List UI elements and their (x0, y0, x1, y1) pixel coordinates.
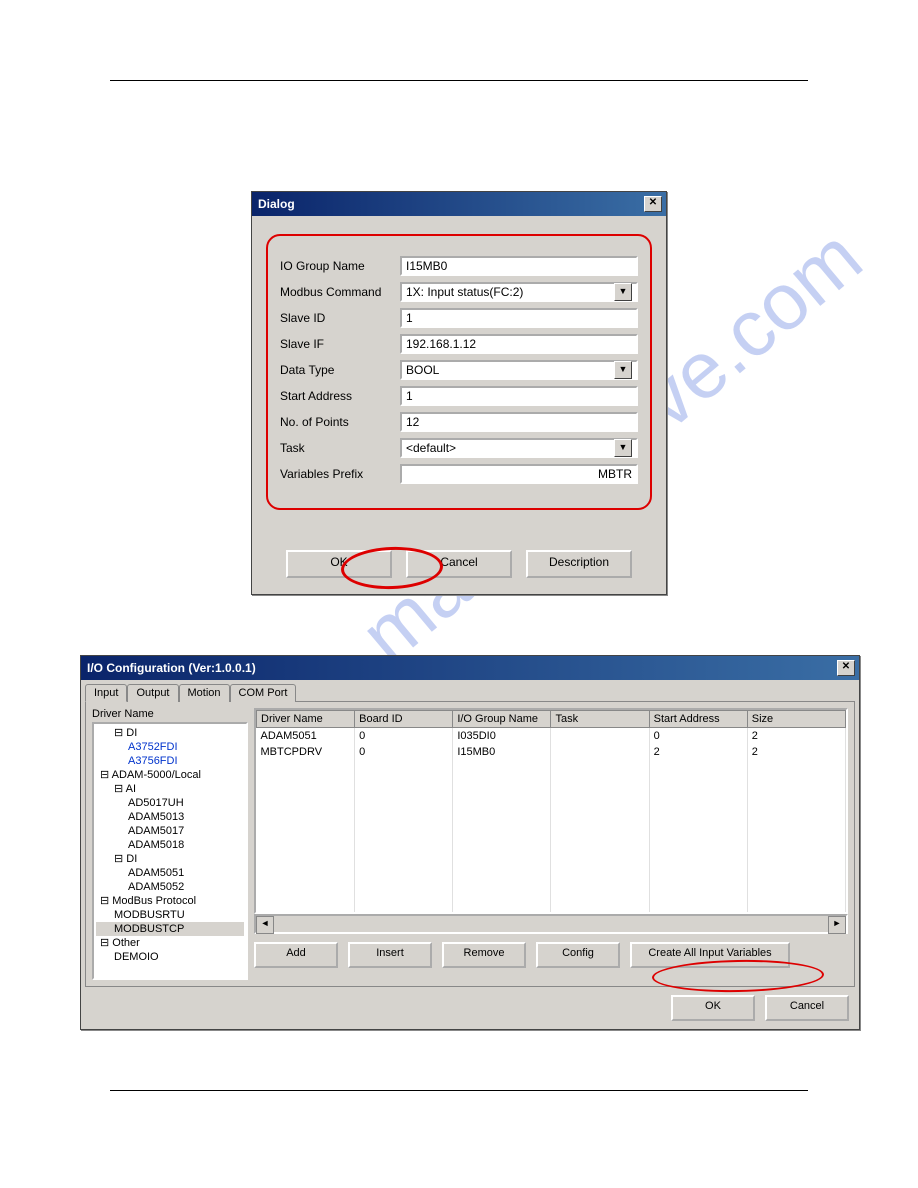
column-header[interactable]: I/O Group Name (453, 711, 551, 728)
create-all-input-variables-button[interactable]: Create All Input Variables (630, 942, 790, 968)
table-row[interactable] (257, 904, 846, 914)
column-header[interactable]: Driver Name (257, 711, 355, 728)
label-io-group-name: IO Group Name (280, 259, 400, 273)
description-button[interactable]: Description (526, 550, 632, 578)
table-row[interactable] (257, 808, 846, 824)
table-row[interactable]: ADAM50510I035DI002 (257, 728, 846, 745)
ok-button[interactable]: OK (671, 995, 755, 1021)
input-slave-id[interactable]: 1 (400, 308, 638, 328)
label-slave-id: Slave ID (280, 311, 400, 325)
chevron-down-icon[interactable]: ▼ (614, 283, 632, 301)
table-row[interactable] (257, 760, 846, 776)
dialog2-titlebar: I/O Configuration (Ver:1.0.0.1) ✕ (81, 656, 859, 680)
tabbar: Input Output Motion COM Port (85, 684, 855, 702)
column-header[interactable]: Size (747, 711, 845, 728)
chevron-down-icon[interactable]: ▼ (614, 361, 632, 379)
dialog1-title: Dialog (258, 197, 295, 211)
label-task: Task (280, 441, 400, 455)
label-variables-prefix: Variables Prefix (280, 467, 400, 481)
tree-item[interactable]: ⊟ DI (96, 726, 244, 740)
tree-item[interactable]: ⊟ ADAM-5000/Local (96, 768, 244, 782)
dialog-io-configuration: I/O Configuration (Ver:1.0.0.1) ✕ Input … (80, 655, 860, 1030)
scroll-right-icon[interactable]: ► (828, 916, 846, 934)
cancel-button[interactable]: Cancel (765, 995, 849, 1021)
chevron-down-icon[interactable]: ▼ (614, 439, 632, 457)
table-row[interactable] (257, 792, 846, 808)
tree-item[interactable]: MODBUSRTU (96, 908, 244, 922)
remove-button[interactable]: Remove (442, 942, 526, 968)
input-slave-if[interactable]: 192.168.1.12 (400, 334, 638, 354)
dialog2-title: I/O Configuration (Ver:1.0.0.1) (87, 661, 256, 675)
config-button[interactable]: Config (536, 942, 620, 968)
select-task-value: <default> (406, 441, 456, 455)
driver-tree[interactable]: ⊟ DIA3752FDIA3756FDI⊟ ADAM-5000/Local⊟ A… (92, 722, 248, 980)
column-header[interactable]: Task (551, 711, 649, 728)
tree-item[interactable]: ADAM5018 (96, 838, 244, 852)
input-no-of-points[interactable]: 12 (400, 412, 638, 432)
label-modbus-command: Modbus Command (280, 285, 400, 299)
io-grid[interactable]: Driver NameBoard IDI/O Group NameTaskSta… (254, 708, 848, 914)
tree-item[interactable]: ⊟ AI (96, 782, 244, 796)
add-button[interactable]: Add (254, 942, 338, 968)
tree-item[interactable]: ADAM5051 (96, 866, 244, 880)
table-row[interactable] (257, 888, 846, 904)
label-start-address: Start Address (280, 389, 400, 403)
table-row[interactable] (257, 840, 846, 856)
horizontal-scrollbar[interactable]: ◄ ► (254, 914, 848, 934)
label-data-type: Data Type (280, 363, 400, 377)
dialog-io-group: Dialog ✕ IO Group Name I15MB0 Modbus Com… (251, 191, 667, 595)
close-icon[interactable]: ✕ (837, 660, 855, 676)
form-highlight-ring: IO Group Name I15MB0 Modbus Command 1X: … (266, 234, 652, 510)
label-slave-if: Slave IF (280, 337, 400, 351)
insert-button[interactable]: Insert (348, 942, 432, 968)
column-header[interactable]: Board ID (355, 711, 453, 728)
tree-item[interactable]: ⊟ Other (96, 936, 244, 950)
table-row[interactable] (257, 872, 846, 888)
select-data-type[interactable]: BOOL ▼ (400, 360, 638, 380)
tree-item[interactable]: ⊟ DI (96, 852, 244, 866)
tree-item[interactable]: MODBUSTCP (96, 922, 244, 936)
driver-name-label: Driver Name (92, 708, 248, 720)
bottom-divider (110, 1090, 808, 1091)
table-row[interactable] (257, 776, 846, 792)
tab-com-port[interactable]: COM Port (230, 684, 297, 702)
input-io-group-name[interactable]: I15MB0 (400, 256, 638, 276)
table-row[interactable] (257, 824, 846, 840)
scroll-left-icon[interactable]: ◄ (256, 916, 274, 934)
tab-motion[interactable]: Motion (179, 684, 230, 702)
label-no-of-points: No. of Points (280, 415, 400, 429)
column-header[interactable]: Start Address (649, 711, 747, 728)
tree-item[interactable]: A3752FDI (96, 740, 244, 754)
input-start-address[interactable]: 1 (400, 386, 638, 406)
dialog1-titlebar: Dialog ✕ (252, 192, 666, 216)
tree-item[interactable]: DEMOIO (96, 950, 244, 964)
tree-item[interactable]: AD5017UH (96, 796, 244, 810)
tab-output[interactable]: Output (127, 684, 178, 702)
ok-button[interactable]: OK (286, 550, 392, 578)
cancel-button[interactable]: Cancel (406, 550, 512, 578)
table-row[interactable]: MBTCPDRV0I15MB022 (257, 744, 846, 760)
input-variables-prefix[interactable]: MBTR (400, 464, 638, 484)
select-modbus-command-value: 1X: Input status(FC:2) (406, 285, 523, 299)
table-row[interactable] (257, 856, 846, 872)
tree-item[interactable]: A3756FDI (96, 754, 244, 768)
tree-item[interactable]: ADAM5013 (96, 810, 244, 824)
select-modbus-command[interactable]: 1X: Input status(FC:2) ▼ (400, 282, 638, 302)
select-task[interactable]: <default> ▼ (400, 438, 638, 458)
select-data-type-value: BOOL (406, 363, 439, 377)
tree-item[interactable]: ADAM5052 (96, 880, 244, 894)
tree-item[interactable]: ⊟ ModBus Protocol (96, 894, 244, 908)
tree-item[interactable]: ADAM5017 (96, 824, 244, 838)
top-divider (110, 80, 808, 81)
tab-input[interactable]: Input (85, 684, 127, 702)
close-icon[interactable]: ✕ (644, 196, 662, 212)
